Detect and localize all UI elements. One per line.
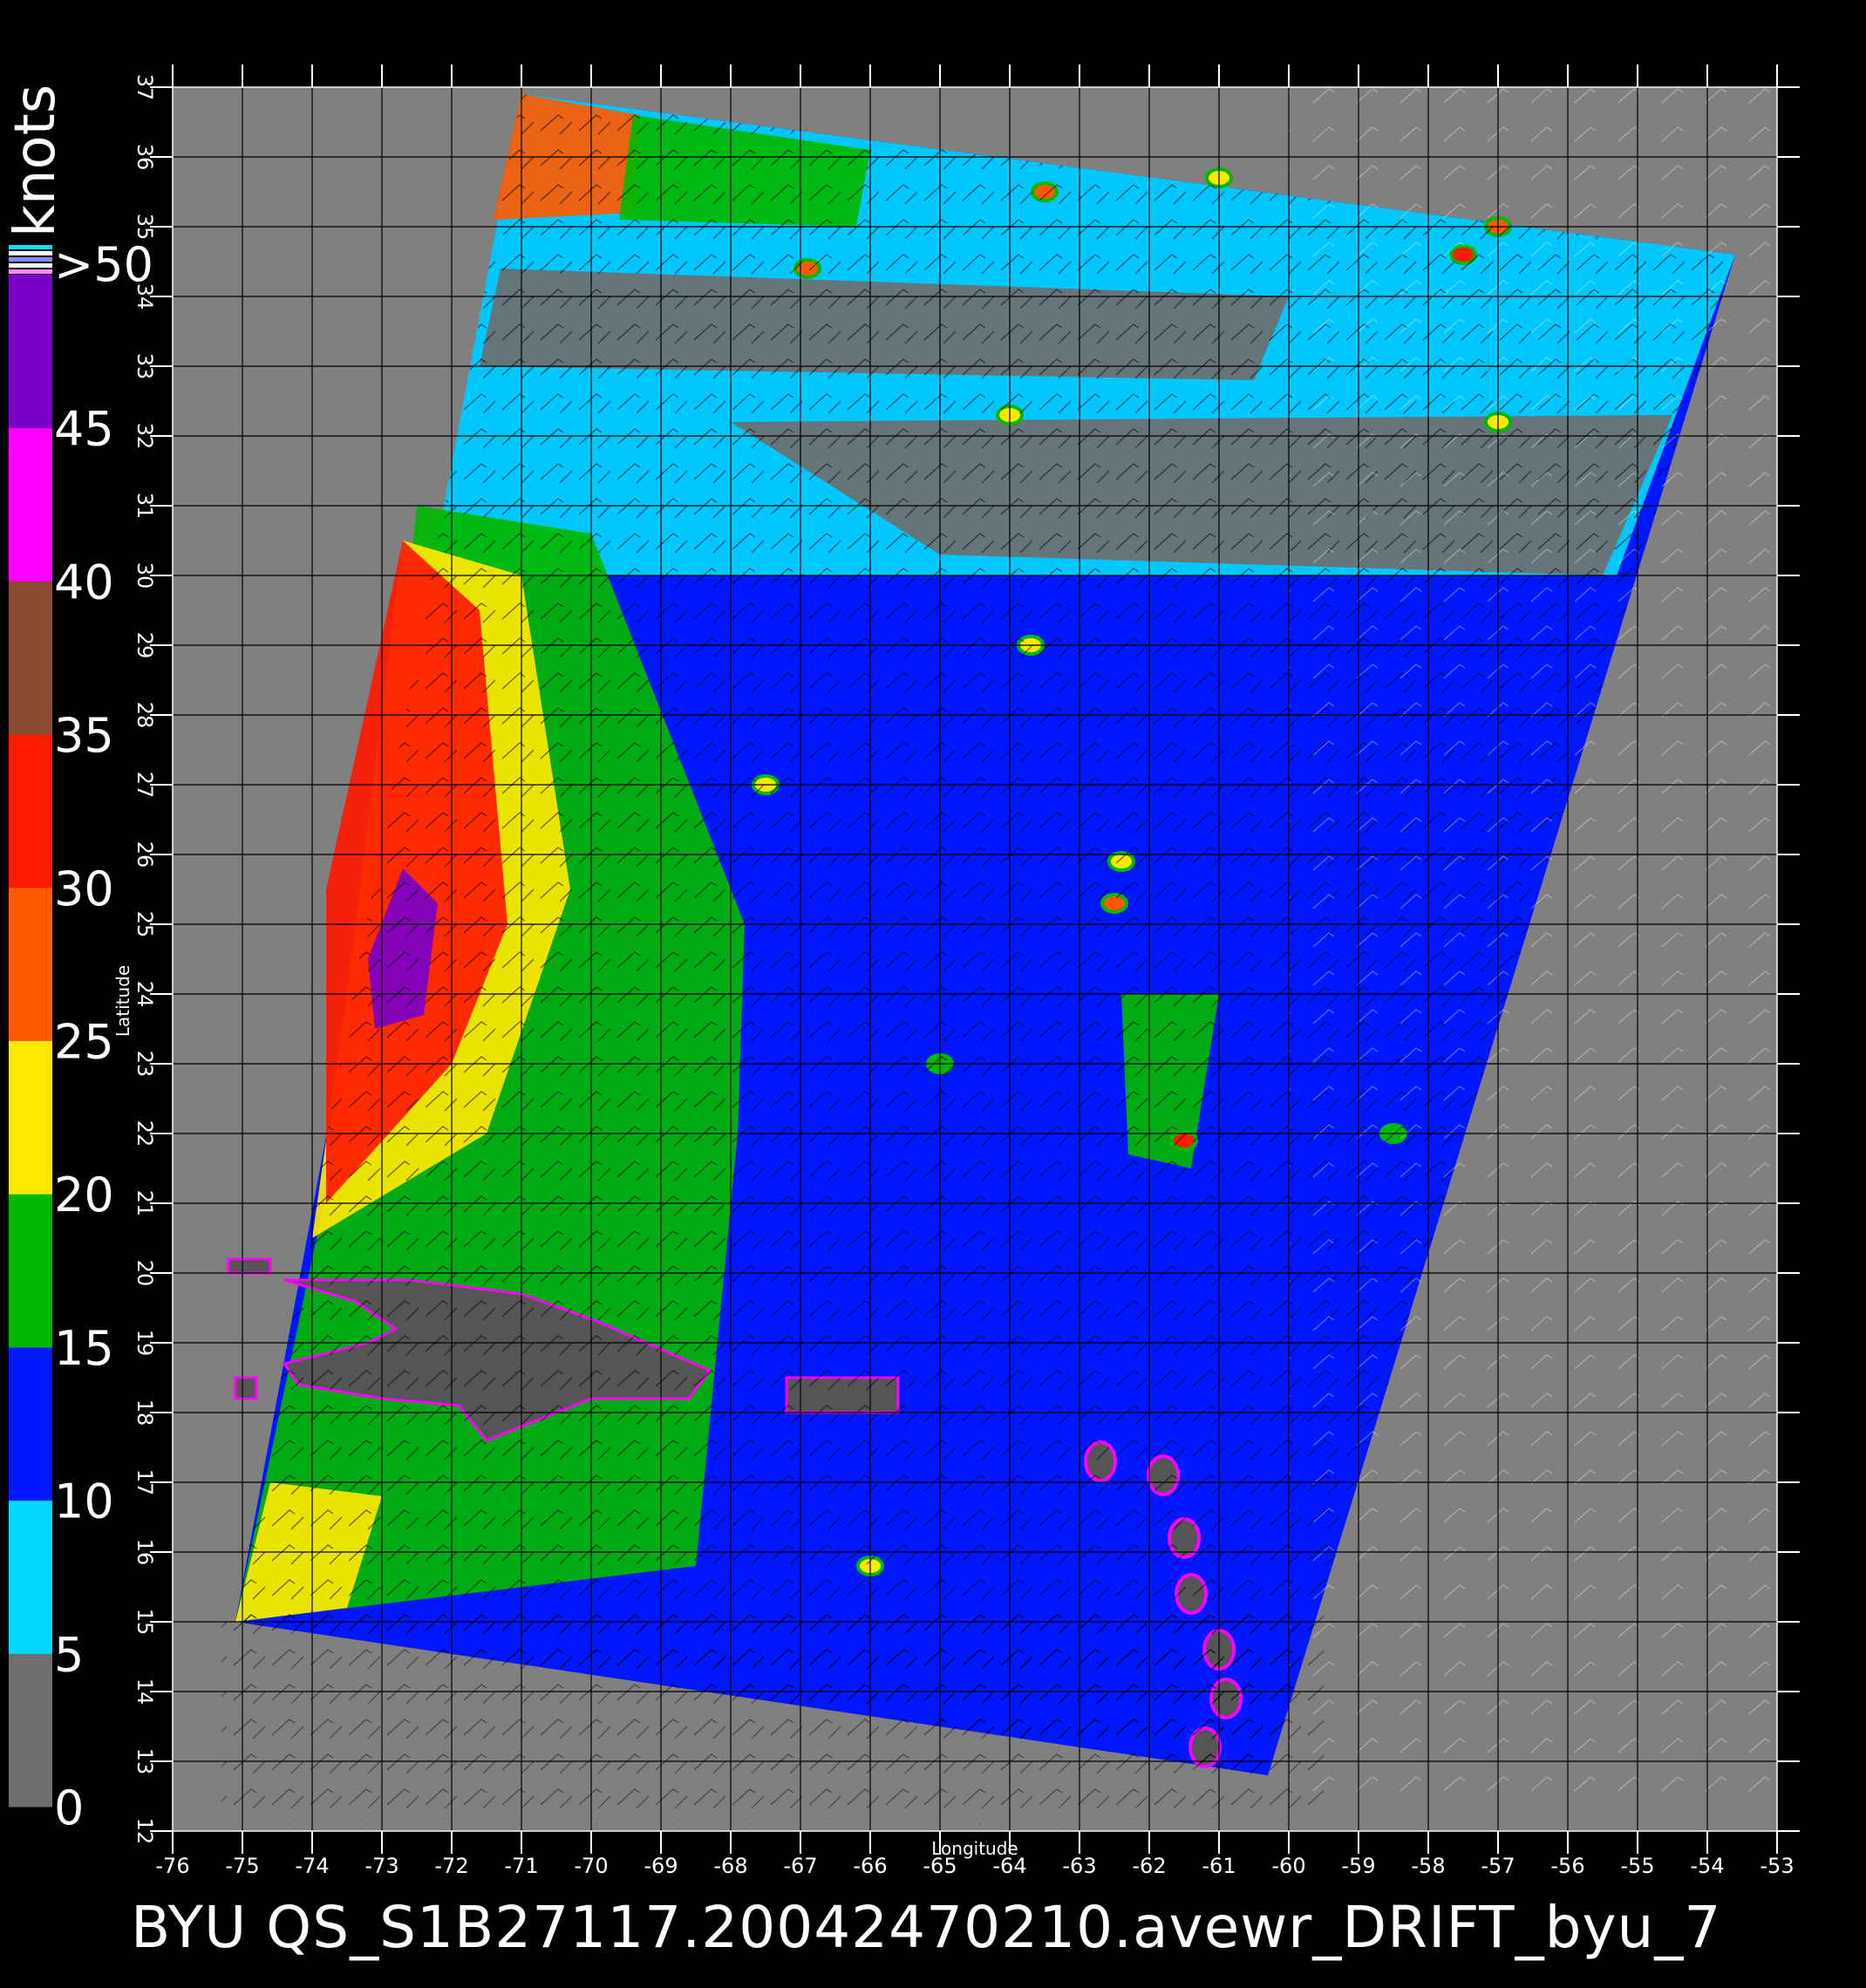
longitude-axis-title: Longitude <box>931 1838 1018 1859</box>
latitude-axis-title: Latitude <box>112 965 133 1037</box>
ytick-label: 12 <box>133 1818 157 1845</box>
colorbar-overflow-stripe <box>9 245 52 249</box>
ytick-label: 25 <box>133 911 157 938</box>
colorbar-label: 35 <box>54 708 114 763</box>
colorbar-label: >50 <box>54 237 153 292</box>
ytick-label: 23 <box>133 1051 157 1078</box>
ytick-label: 31 <box>133 493 157 520</box>
xtick-label: -68 <box>713 1854 747 1878</box>
xtick-label: -73 <box>364 1854 398 1878</box>
ytick-label: 37 <box>133 74 157 101</box>
colorbar-label: 0 <box>54 1780 84 1835</box>
ytick-label: 14 <box>133 1678 157 1705</box>
xtick-label: -66 <box>853 1854 887 1878</box>
ytick-label: 30 <box>133 562 157 589</box>
xtick-label: -53 <box>1760 1854 1794 1878</box>
product-filename-title: BYU QS_S1B27117.20042470210.avewr_DRIFT_… <box>131 1894 1721 1961</box>
ytick-label: 36 <box>133 144 157 171</box>
colorbar <box>9 245 52 1808</box>
colorbar-band-30 <box>9 734 52 888</box>
colorbar-band-5 <box>9 1500 52 1654</box>
colorbar-band-45 <box>9 275 52 429</box>
land-jamaica-edge <box>234 1376 258 1400</box>
ytick-label: 17 <box>133 1469 157 1496</box>
xtick-label: -58 <box>1411 1854 1445 1878</box>
colorbar-overflow-stripe <box>9 257 52 262</box>
colorbar-label: 5 <box>54 1627 84 1682</box>
colorbar-band-10 <box>9 1346 52 1501</box>
colorbar-band-40 <box>9 427 52 582</box>
barbs-south-margin <box>221 1608 1324 1824</box>
ytick-label: 28 <box>133 702 157 729</box>
xtick-label: -56 <box>1550 1854 1584 1878</box>
colorbar-band-25 <box>9 887 52 1041</box>
xtick-label: -62 <box>1132 1854 1166 1878</box>
ytick-label: 26 <box>133 841 157 868</box>
xtick-label: -71 <box>504 1854 538 1878</box>
xtick-label: -69 <box>644 1854 678 1878</box>
colorbar-band-0 <box>9 1653 52 1808</box>
ytick-label: 21 <box>133 1190 157 1217</box>
ytick-label: 20 <box>133 1260 157 1287</box>
wind-speed-map: -76 -75 -74 -73 -72 -71 -70 -69 -68 -67 -66 -65 -64-… <box>3 65 1800 1961</box>
ytick-label: 33 <box>133 353 157 380</box>
colorbar-overflow-stripe <box>9 251 52 255</box>
colorbar-label: 25 <box>54 1015 114 1070</box>
ytick-label: 24 <box>133 981 157 1008</box>
colorbar-label: 30 <box>54 861 114 916</box>
colorbar-band-15 <box>9 1194 52 1348</box>
ytick-label: 27 <box>133 772 157 799</box>
colorbar-overflow-stripe <box>9 269 52 274</box>
xtick-label: -70 <box>574 1854 608 1878</box>
xtick-label: -54 <box>1690 1854 1724 1878</box>
xtick-label: -60 <box>1271 1854 1305 1878</box>
land-cuba-tip <box>227 1257 272 1275</box>
colorbar-overflow-stripe <box>9 263 52 268</box>
xtick-label: -74 <box>295 1854 329 1878</box>
xtick-label: -72 <box>434 1854 468 1878</box>
barbs-east-margin <box>1289 87 1770 1796</box>
ytick-label: 22 <box>133 1120 157 1147</box>
xtick-label: -76 <box>155 1854 189 1878</box>
xtick-label: -61 <box>1202 1854 1236 1878</box>
colorbar-label: 15 <box>54 1321 114 1376</box>
ytick-label: 15 <box>133 1609 157 1636</box>
ytick-label: 29 <box>133 632 157 659</box>
units-label: knots <box>3 85 68 237</box>
colorbar-label: 10 <box>54 1474 114 1529</box>
ytick-label: 32 <box>133 423 157 450</box>
colorbar-label: 20 <box>54 1168 114 1222</box>
ytick-label: 19 <box>133 1330 157 1357</box>
colorbar-band-20 <box>9 1040 52 1195</box>
xtick-label: -59 <box>1341 1854 1375 1878</box>
colorbar-band-35 <box>9 581 52 735</box>
ytick-label: 18 <box>133 1399 157 1426</box>
colorbar-labels: 0 5 10 15 20 25 30 35 40 45 >50 <box>54 237 153 1835</box>
ytick-label: 13 <box>133 1748 157 1775</box>
colorbar-label: 45 <box>54 402 114 457</box>
xtick-label: -57 <box>1481 1854 1515 1878</box>
xtick-label: -75 <box>225 1854 259 1878</box>
ytick-label: 35 <box>133 214 157 241</box>
xtick-label: -63 <box>1062 1854 1096 1878</box>
xtick-label: -67 <box>783 1854 817 1878</box>
ytick-label: 16 <box>133 1539 157 1566</box>
xtick-label: -55 <box>1620 1854 1654 1878</box>
colorbar-label: 40 <box>54 555 114 609</box>
